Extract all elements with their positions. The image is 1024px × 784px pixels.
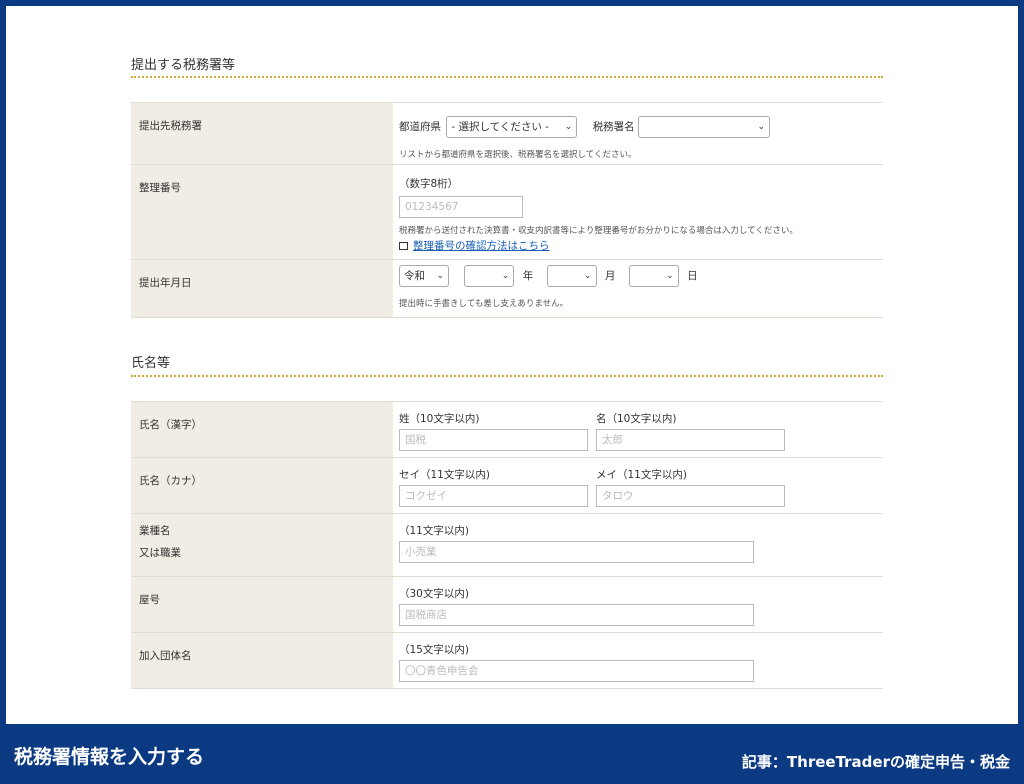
value-occupation: （11文字以内) 小売業 [393,513,883,577]
ref-number-input[interactable]: 01234567 [399,196,523,218]
external-link-icon [399,242,408,250]
section-title-name: 氏名等 [131,356,171,371]
ref-number-hint: （数字8桁） [399,178,459,190]
occupation-input[interactable]: 小売業 [399,541,754,563]
shop-name-hint: （30文字以内) [399,588,469,600]
day-select[interactable]: ⌄ [628,265,679,287]
chevron-down-icon: ⌄ [666,271,674,281]
last-name-kana-input[interactable]: コクゼイ [399,485,588,507]
ref-number-link[interactable]: 整理番号の確認方法はこちら [413,240,550,252]
section-title-tax-office: 提出する税務署等 [131,58,236,73]
label-name-kana: 氏名（カナ） [131,457,393,514]
section-divider [131,76,883,78]
ref-number-help: 税務署から送付された決算書・収支内訳書等により整理番号がお分かりになる場合は入力… [399,226,798,236]
first-name-kana-input[interactable]: タロウ [596,485,785,507]
value-submit-date: 令和 ⌄ ⌄ 年 ⌄ 月 ⌄ 日 提出時に手書きしても差し支えありません。 [393,259,883,318]
group-name-input[interactable]: 〇〇青色申告会 [399,660,754,682]
label-shop-name: 屋号 [131,576,393,633]
office-select[interactable]: ⌄ [638,116,771,138]
label-group-name: 加入団体名 [131,632,393,689]
year-label: 年 [522,270,534,282]
label-tax-office: 提出先税務署 [131,102,393,165]
value-group-name: （15文字以内) 〇〇青色申告会 [393,632,883,689]
chevron-down-icon: ⌄ [436,271,444,281]
day-label: 日 [687,270,698,282]
row-ref-number: 整理番号 （数字8桁） 01234567 税務署から送付された決算書・収支内訳書… [131,164,883,260]
label-ref-number: 整理番号 [131,164,393,260]
last-name-kanji-label: 姓（10文字以内) [399,413,480,425]
last-name-kanji-input[interactable]: 国税 [399,429,588,451]
submit-date-help: 提出時に手書きしても差し支えありません。 [399,299,569,309]
value-name-kana: セイ（11文字以内) コクゼイ メイ（11文字以内) タロウ [393,457,883,514]
row-occupation: 業種名 又は職業 （11文字以内) 小売業 [131,513,883,577]
label-submit-date: 提出年月日 [131,259,393,318]
row-group-name: 加入団体名 （15文字以内) 〇〇青色申告会 [131,632,883,689]
shop-name-input[interactable]: 国税商店 [399,604,754,626]
row-name-kanji: 氏名（漢字） 姓（10文字以内) 国税 名（10文字以内) 太郎 [131,401,883,458]
value-tax-office: 都道府県 - 選択してください - ⌄ 税務署名 ⌄ リストから都道府県を選択後… [393,102,883,165]
caption-bar: 税務署情報を入力する 記事：ThreeTraderの確定申告・税金 [0,724,1024,784]
form-frame: 提出する税務署等 提出先税務署 都道府県 - 選択してください - ⌄ 税務署名… [6,6,1018,724]
value-shop-name: （30文字以内) 国税商店 [393,576,883,633]
last-name-kana-label: セイ（11文字以内) [399,469,490,481]
month-select[interactable]: ⌄ [546,265,597,287]
occupation-label-line1: 業種名 [139,525,171,537]
prefecture-select-value: - 選択してください - [451,121,549,133]
row-name-kana: 氏名（カナ） セイ（11文字以内) コクゼイ メイ（11文字以内) タロウ [131,457,883,514]
label-occupation: 業種名 又は職業 [131,513,393,577]
section-divider [131,375,883,377]
office-label: 税務署名 [592,121,635,133]
chevron-down-icon: ⌄ [501,271,510,281]
chevron-down-icon: ⌄ [564,122,573,132]
tax-office-table: 提出先税務署 都道府県 - 選択してください - ⌄ 税務署名 ⌄ リストから都… [131,102,883,318]
first-name-kanji-input[interactable]: 太郎 [596,429,785,451]
era-select-value: 令和 [404,270,425,282]
year-select[interactable]: ⌄ [464,265,515,287]
chevron-down-icon: ⌄ [583,271,592,281]
name-table: 氏名（漢字） 姓（10文字以内) 国税 名（10文字以内) 太郎 氏名（カナ） … [131,401,883,689]
era-select[interactable]: 令和 ⌄ [399,265,449,287]
month-label: 月 [604,270,616,282]
occupation-hint: （11文字以内) [399,525,469,537]
caption-credit: 記事：ThreeTraderの確定申告・税金 [741,753,1010,771]
chevron-down-icon: ⌄ [757,122,766,132]
label-name-kanji: 氏名（漢字） [131,401,393,458]
value-name-kanji: 姓（10文字以内) 国税 名（10文字以内) 太郎 [393,401,883,458]
row-shop-name: 屋号 （30文字以内) 国税商店 [131,576,883,633]
prefecture-select[interactable]: - 選択してください - ⌄ [446,116,578,138]
prefecture-label: 都道府県 [399,121,441,133]
row-tax-office: 提出先税務署 都道府県 - 選択してください - ⌄ 税務署名 ⌄ リストから都… [131,102,883,165]
first-name-kana-label: メイ（11文字以内) [596,469,687,481]
tax-office-help: リストから都道府県を選択後、税務署名を選択してください。 [399,150,637,160]
first-name-kanji-label: 名（10文字以内) [596,413,677,425]
caption-title: 税務署情報を入力する [14,746,205,768]
row-submit-date: 提出年月日 令和 ⌄ ⌄ 年 ⌄ 月 ⌄ 日 提出時に手書きしても差し支えありま… [131,259,883,318]
group-name-hint: （15文字以内) [399,644,469,656]
value-ref-number: （数字8桁） 01234567 税務署から送付された決算書・収支内訳書等により整… [393,164,883,260]
occupation-label-line2: 又は職業 [139,547,181,559]
